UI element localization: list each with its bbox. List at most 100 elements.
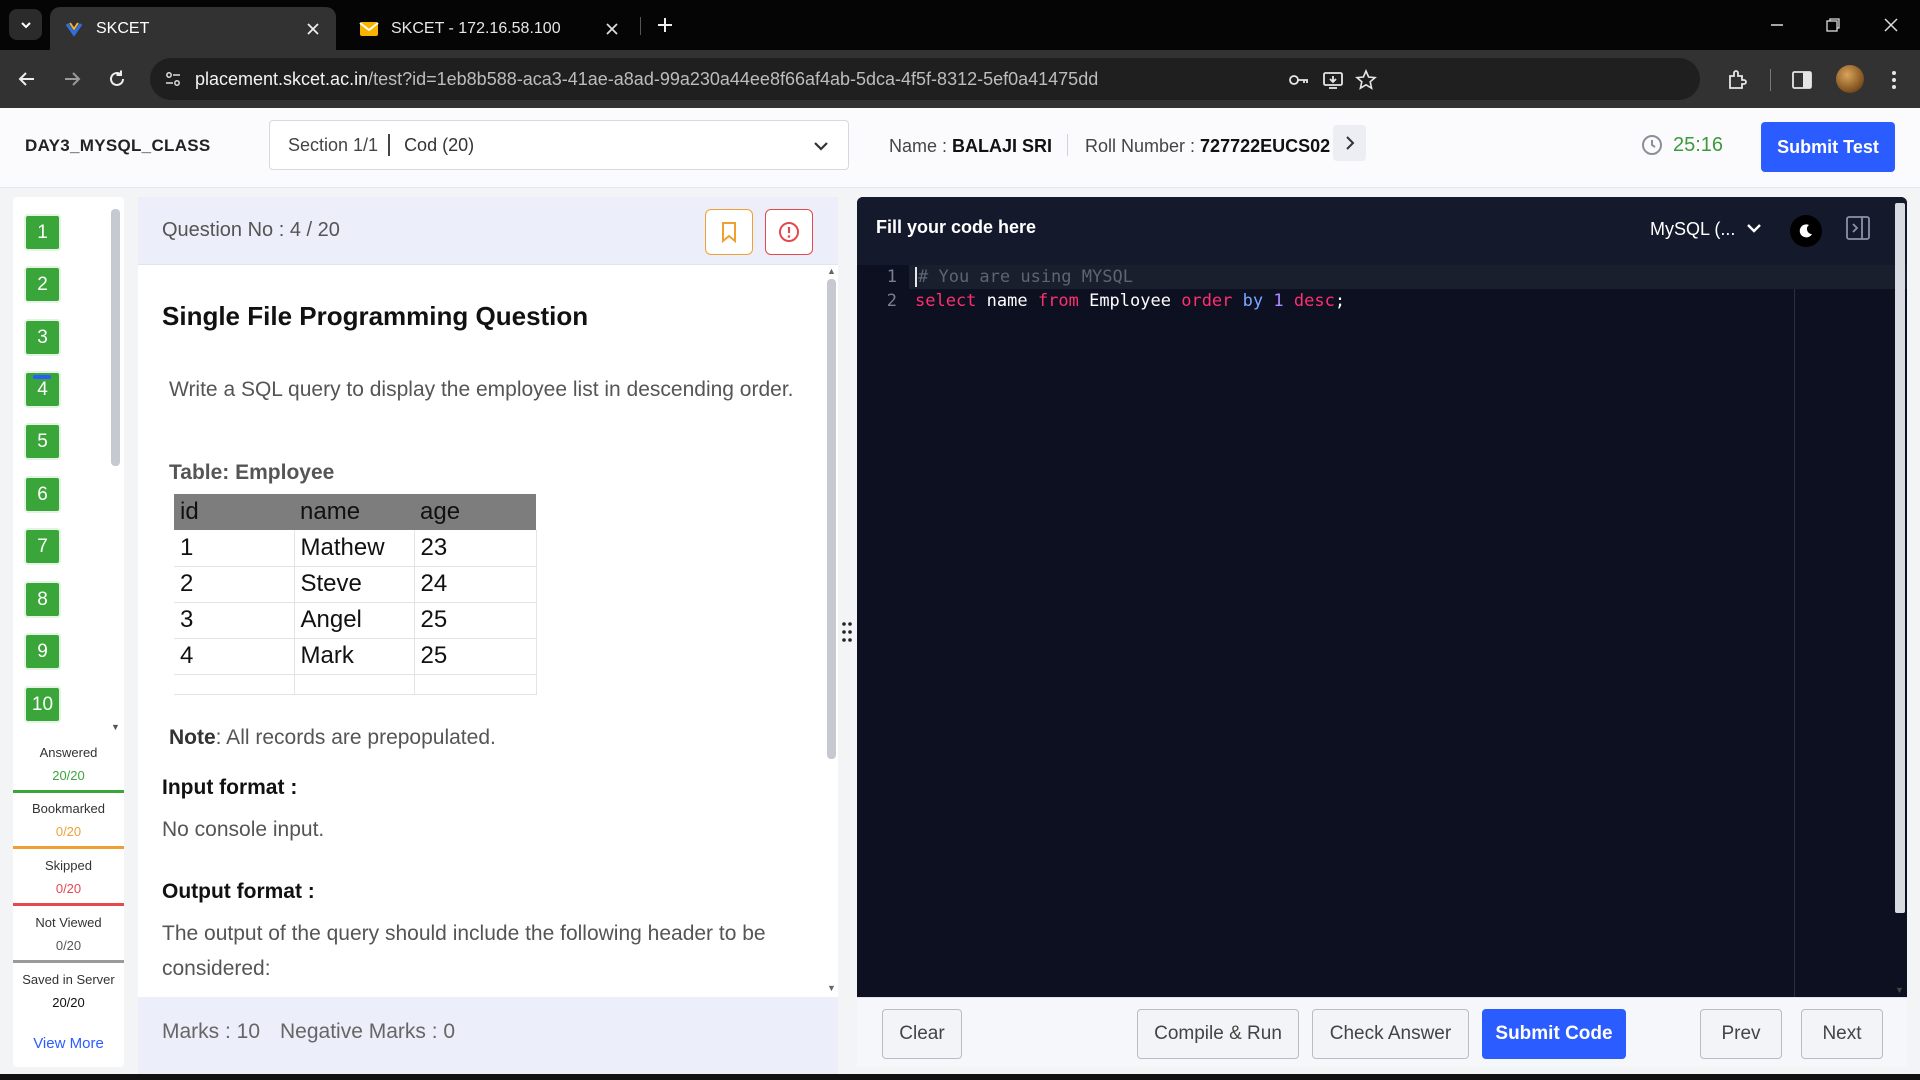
code-area[interactable]: # You are using MYSQL select name from E… — [909, 265, 1907, 997]
back-button[interactable] — [10, 62, 44, 96]
side-panel-icon[interactable] — [1790, 68, 1814, 92]
timer: 25:16 — [1673, 134, 1724, 156]
candidate-divider — [1067, 134, 1068, 156]
browser-tab-skcet[interactable]: SKCET — [50, 7, 336, 50]
compile-run-button[interactable]: Compile & Run — [1137, 1009, 1299, 1059]
table-row — [174, 674, 537, 695]
report-issue-button[interactable] — [765, 209, 813, 255]
question-button-6[interactable]: 6 — [24, 476, 61, 513]
scroll-down-arrow-icon[interactable]: ▼ — [111, 722, 120, 732]
table-row: 2 Steve 24 — [174, 566, 537, 603]
tab-divider — [640, 17, 641, 35]
tab-title: SKCET - 172.16.58.100 — [391, 19, 561, 37]
address-bar[interactable]: placement.skcet.ac.in/test?id=1eb8b588-a… — [150, 58, 1700, 100]
scroll-down-arrow-icon[interactable]: ▼ — [1895, 985, 1904, 995]
next-button[interactable]: Next — [1801, 1009, 1883, 1059]
stat-saved-in-server: Saved in Server 20/20 — [13, 972, 124, 1010]
question-button-3[interactable]: 3 — [24, 319, 61, 356]
section-label: Section 1/1 — [288, 134, 379, 155]
close-icon — [1884, 18, 1898, 32]
stat-not-viewed: Not Viewed 0/20 — [13, 915, 124, 963]
clear-button[interactable]: Clear — [882, 1009, 962, 1059]
scroll-up-arrow-icon[interactable]: ▲ — [827, 266, 836, 276]
restore-button[interactable] — [1818, 10, 1848, 40]
question-button-5[interactable]: 5 — [24, 423, 61, 460]
view-more-link[interactable]: View More — [13, 1035, 124, 1052]
close-icon[interactable] — [304, 20, 322, 38]
question-number: 4 — [37, 378, 48, 400]
tab-search-button[interactable] — [9, 9, 42, 40]
close-window-button[interactable] — [1876, 10, 1906, 40]
question-list-scrollbar[interactable] — [111, 209, 120, 466]
theme-toggle-button[interactable] — [1790, 215, 1822, 247]
url-host: placement.skcet.ac.in — [195, 68, 369, 89]
extensions-icon[interactable] — [1725, 68, 1749, 92]
check-answer-button[interactable]: Check Answer — [1312, 1009, 1469, 1059]
bottom-edge — [0, 1074, 1920, 1080]
scroll-down-arrow-icon[interactable]: ▼ — [827, 983, 836, 993]
install-app-icon[interactable] — [1322, 69, 1344, 91]
stat-value: 20/20 — [52, 995, 85, 1010]
question-scrollbar[interactable] — [827, 279, 836, 759]
collapse-panel-icon[interactable] — [1845, 215, 1871, 241]
submit-code-button[interactable]: Submit Code — [1482, 1009, 1626, 1059]
table-cell — [294, 674, 415, 695]
new-tab-button[interactable] — [650, 10, 680, 40]
prev-button[interactable]: Prev — [1700, 1009, 1782, 1059]
bookmark-star-icon[interactable] — [1355, 69, 1377, 91]
reload-button[interactable] — [100, 62, 134, 96]
question-type: Single File Programming Question — [162, 301, 589, 331]
question-button-9[interactable]: 9 — [24, 633, 61, 670]
minimize-icon — [1771, 24, 1783, 26]
skcet-favicon-icon — [65, 21, 83, 37]
question-button-8[interactable]: 8 — [24, 581, 61, 618]
candidate-info-expand-button[interactable] — [1333, 125, 1366, 161]
section-dropdown[interactable]: Section 1/1 Cod (20) — [269, 120, 849, 170]
bookmark-button[interactable] — [705, 209, 753, 255]
editor-scrollbar[interactable] — [1895, 203, 1905, 913]
question-button-1[interactable]: 1 — [24, 214, 61, 251]
chevron-down-icon[interactable] — [1742, 217, 1766, 241]
editor-print-margin — [1794, 289, 1795, 997]
line-number-gutter: 1 2 — [857, 265, 909, 997]
roll-label: Roll Number : — [1085, 136, 1196, 156]
language-select[interactable]: MySQL (... — [1650, 219, 1735, 240]
section-divider — [388, 134, 391, 156]
editor-actions: Clear Compile & Run Check Answer Submit … — [857, 997, 1907, 1067]
table-cell: 25 — [414, 602, 537, 639]
question-button-4[interactable]: 4 — [24, 371, 61, 408]
code-text: # You are using MYSQL — [918, 267, 1133, 287]
code-line[interactable]: # You are using MYSQL — [909, 265, 1907, 289]
marks: Marks : 10 — [162, 1020, 261, 1043]
question-number: 2 — [37, 273, 48, 295]
site-settings-icon[interactable] — [164, 70, 182, 88]
submit-test-button[interactable]: Submit Test — [1761, 122, 1895, 172]
drag-handle-icon[interactable] — [840, 620, 854, 644]
candidate-name: Name : BALAJI SRI — [889, 136, 1052, 157]
question-number: 10 — [31, 693, 54, 715]
profile-avatar[interactable] — [1836, 65, 1864, 93]
stat-label: Bookmarked — [32, 801, 105, 816]
browser-tab-skcet-ip[interactable]: SKCET - 172.16.58.100 — [345, 7, 635, 50]
input-format-text: No console input. — [162, 818, 325, 841]
stat-answered: Answered 20/20 — [13, 745, 124, 793]
question-button-10[interactable]: 10 — [24, 686, 61, 723]
table-cell: 4 — [174, 638, 295, 675]
note: Note: All records are prepopulated. — [169, 726, 496, 750]
code-line[interactable]: select name from Employee order by 1 des… — [909, 289, 1907, 313]
close-icon[interactable] — [603, 20, 621, 38]
table-cell: Steve — [294, 566, 415, 603]
stat-value: 0/20 — [55, 824, 82, 839]
question-button-2[interactable]: 2 — [24, 266, 61, 303]
line-number: 1 — [886, 267, 897, 287]
table-cell: 1 — [174, 530, 295, 567]
minimize-button[interactable] — [1762, 10, 1792, 40]
chevron-down-icon — [20, 21, 31, 28]
chevron-right-icon — [1345, 136, 1354, 150]
password-key-icon[interactable] — [1288, 69, 1310, 91]
output-format-heading: Output format : — [162, 880, 315, 903]
question-button-7[interactable]: 7 — [24, 528, 61, 565]
more-menu-icon[interactable] — [1882, 68, 1906, 92]
test-header: DAY3_MYSQL_CLASS Section 1/1 Cod (20) Na… — [0, 108, 1920, 188]
forward-button[interactable] — [55, 62, 89, 96]
